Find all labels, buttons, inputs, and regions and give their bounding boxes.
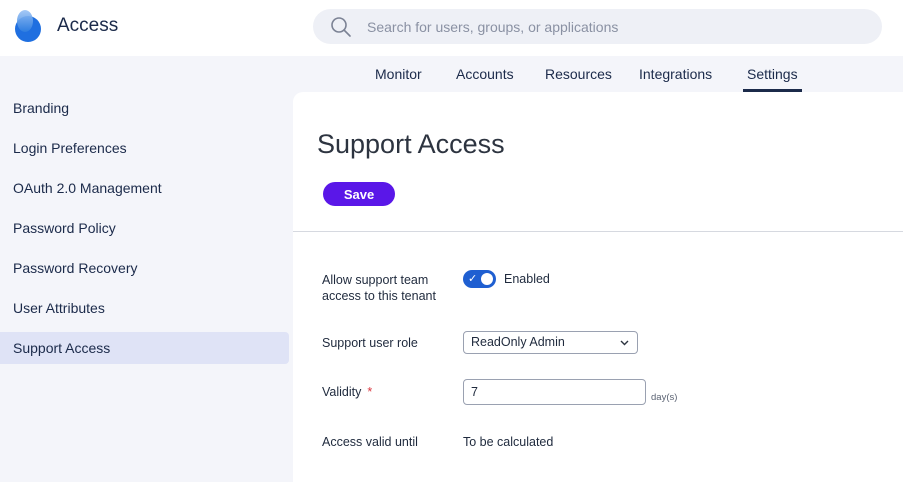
support-role-value: ReadOnly Admin: [471, 335, 565, 349]
sidebar-item-password-policy[interactable]: Password Policy: [0, 212, 289, 244]
app-title: Access: [57, 15, 119, 36]
search-icon[interactable]: [330, 16, 352, 38]
sidebar-item-oauth-management[interactable]: OAuth 2.0 Management: [0, 172, 289, 204]
valid-until-value: To be calculated: [463, 435, 554, 449]
toggle-knob: [481, 273, 493, 285]
allow-support-label-line1: Allow support team: [322, 273, 429, 287]
logo-icon: [15, 10, 41, 42]
required-mark: *: [367, 385, 373, 399]
allow-support-label: Allow support team access to this tenant: [322, 272, 436, 304]
sidebar-item-password-recovery[interactable]: Password Recovery: [0, 252, 289, 284]
top-nav: Monitor Accounts Resources Integrations …: [293, 56, 903, 92]
valid-until-label: Access valid until: [322, 435, 418, 449]
validity-label: Validity *: [322, 384, 372, 400]
tab-integrations[interactable]: Integrations: [639, 66, 712, 82]
tab-accounts[interactable]: Accounts: [456, 66, 514, 82]
main-panel: Support Access Save Allow support team a…: [293, 92, 903, 482]
page-title: Support Access: [317, 129, 505, 159]
validity-unit: day(s): [651, 392, 678, 403]
divider: [293, 231, 903, 232]
support-access-toggle[interactable]: ✓: [463, 270, 496, 288]
sidebar-item-login-preferences[interactable]: Login Preferences: [0, 132, 289, 164]
support-role-select[interactable]: ReadOnly Admin: [463, 331, 638, 354]
sidebar-item-support-access[interactable]: Support Access: [0, 332, 289, 364]
check-icon: ✓: [468, 273, 478, 285]
tab-settings[interactable]: Settings: [743, 66, 802, 92]
validity-input[interactable]: [463, 379, 646, 405]
app-header: Access: [0, 0, 903, 56]
sidebar-item-user-attributes[interactable]: User Attributes: [0, 292, 289, 324]
tab-monitor[interactable]: Monitor: [375, 66, 422, 82]
support-role-label: Support user role: [322, 336, 418, 350]
tab-resources[interactable]: Resources: [545, 66, 612, 82]
validity-label-text: Validity: [322, 385, 362, 399]
search-bar[interactable]: [313, 9, 882, 44]
settings-sidebar: Branding Login Preferences OAuth 2.0 Man…: [0, 92, 293, 482]
search-input[interactable]: [367, 9, 867, 44]
sidebar-item-branding[interactable]: Branding: [0, 92, 289, 124]
toggle-status-text: Enabled: [504, 272, 550, 286]
save-button[interactable]: Save: [323, 182, 395, 206]
chevron-down-icon: [620, 340, 629, 346]
allow-support-label-line2: access to this tenant: [322, 289, 436, 303]
